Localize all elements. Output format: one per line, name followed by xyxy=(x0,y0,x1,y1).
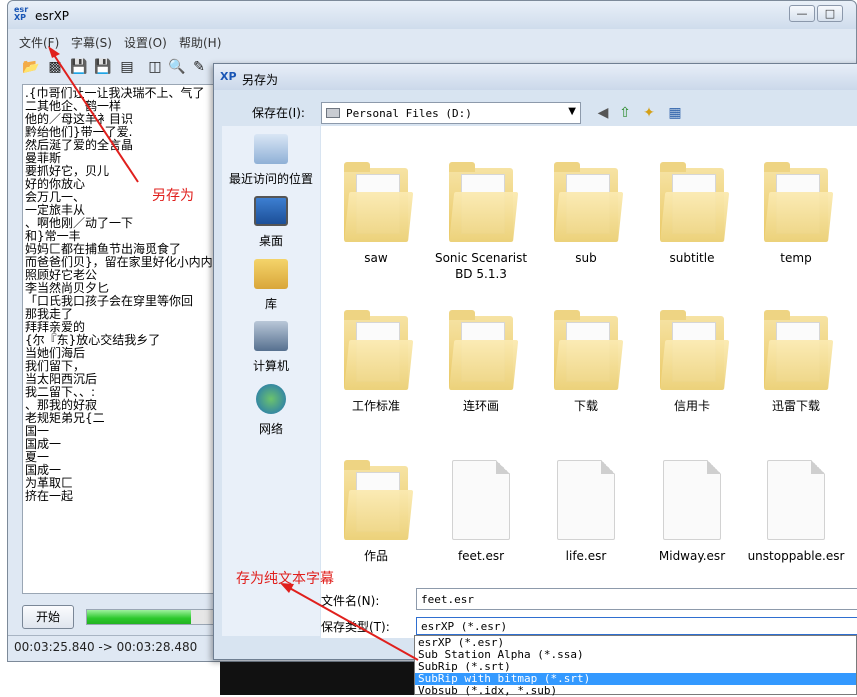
annotation-save-as: 另存为 xyxy=(152,188,194,204)
annotation-arrows xyxy=(48,46,419,661)
arrow-to-file-menu xyxy=(51,51,139,183)
arrow-head-file-menu xyxy=(48,46,60,58)
annotation-save-plain-text: 存为纯文本字幕 xyxy=(236,571,334,587)
arrow-to-filetype xyxy=(285,585,419,661)
